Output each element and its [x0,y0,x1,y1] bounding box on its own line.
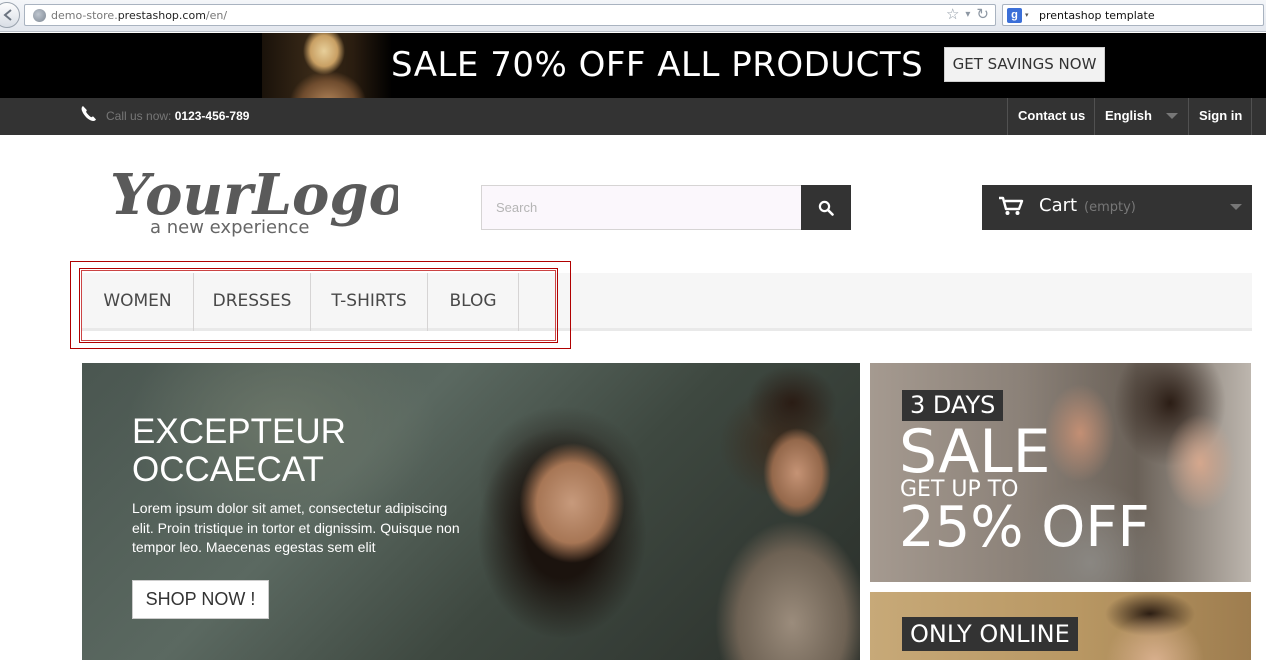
back-button[interactable] [0,2,20,28]
search-engine-icon[interactable]: g [1007,8,1022,23]
phone-number: 0123-456-789 [174,109,250,123]
url-domain: prestashop.com [117,9,206,22]
chevron-down-icon[interactable] [1230,204,1242,210]
search-button[interactable] [801,185,851,230]
cart-status: (empty) [1084,200,1136,215]
top-nav-bar: Call us now: 0123-456-789 Contact us Eng… [0,98,1266,135]
back-arrow-icon [3,9,12,21]
discount-text: 25% OFF [899,495,1150,560]
slide-description: Lorem ipsum dolor sit amet, consectetur … [132,500,460,555]
browser-search-text: prentashop template [1039,9,1155,22]
globe-icon [33,9,46,22]
reload-icon[interactable]: ↻ [976,7,989,23]
promo-text: SALE 70% OFF ALL PRODUCTS [391,45,924,85]
language-label: English [1105,108,1152,123]
phone-icon [81,106,96,122]
get-savings-button[interactable]: GET SAVINGS NOW [944,47,1105,82]
sale-banner[interactable]: 3 DAYS SALE GET UP TO 25% OFF [870,363,1251,582]
address-bar[interactable]: demo-store.prestashop.com/en/ ☆ ▾ ↻ [24,4,996,26]
highlight-box-inner-2 [81,270,556,341]
logo-tagline: a new experience [150,217,309,238]
sign-in-link[interactable]: Sign in [1188,98,1252,135]
language-selector[interactable]: English [1094,98,1188,135]
call-label: Call us now: [106,109,172,123]
cart-icon [999,196,1024,215]
shop-now-button[interactable]: SHOP NOW ! [132,580,269,619]
cart-button[interactable]: Cart (empty) [982,185,1252,230]
slide-title-line-1: EXCEPTEUR [132,412,346,451]
browser-search-box[interactable]: g ▾ prentashop template [1002,4,1264,26]
search-engine-dropdown-icon[interactable]: ▾ [1025,11,1029,19]
only-online-badge: ONLY ONLINE [902,617,1078,651]
slider-woman-image [452,383,692,660]
promo-model-image [262,33,392,98]
search-icon [818,200,834,216]
browser-toolbar: demo-store.prestashop.com/en/ ☆ ▾ ↻ g ▾ … [0,0,1266,32]
store-search-field[interactable] [481,185,802,230]
slide-title: EXCEPTEUR OCCAECAT [132,413,346,489]
bookmark-star-icon[interactable]: ☆ [946,7,959,23]
call-us-text: Call us now: 0123-456-789 [106,109,249,123]
contact-us-link[interactable]: Contact us [1007,98,1095,135]
only-online-banner[interactable]: ONLY ONLINE [870,592,1251,660]
store-logo[interactable]: YourLogo a new experience [108,156,398,240]
url-text: demo-store.prestashop.com/en/ [51,9,227,22]
dropdown-arrow-icon[interactable]: ▾ [965,7,970,23]
slider-man-image [702,363,860,660]
url-suffix: /en/ [205,9,228,22]
slide-title-line-2: OCCAECAT [132,450,324,489]
homepage-slider[interactable]: EXCEPTEUR OCCAECAT Lorem ipsum dolor sit … [82,363,860,660]
chevron-down-icon [1166,113,1178,119]
search-input[interactable] [482,186,801,229]
cart-label: Cart [1039,195,1078,216]
url-prefix: demo-store. [51,9,118,22]
